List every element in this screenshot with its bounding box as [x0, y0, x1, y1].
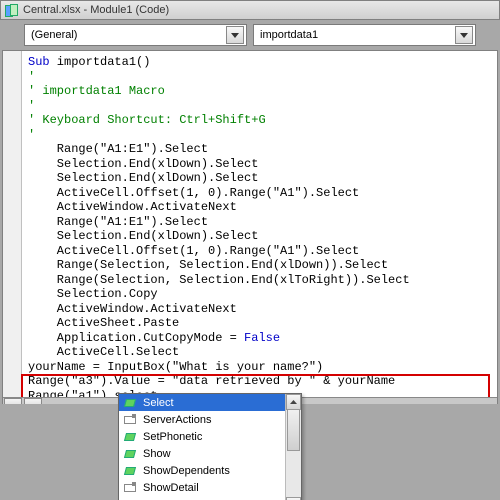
method-icon	[123, 397, 137, 409]
intellisense-item-label: Show	[143, 448, 171, 460]
property-icon	[123, 414, 137, 426]
intellisense-item-label: SetPhonetic	[143, 431, 202, 443]
object-dropdown[interactable]: (General)	[24, 24, 247, 46]
intellisense-item[interactable]: SetPhonetic	[119, 428, 301, 445]
object-dropdown-value: (General)	[31, 29, 77, 41]
intellisense-item[interactable]: ServerActions	[119, 411, 301, 428]
chevron-down-icon[interactable]	[226, 26, 244, 44]
method-icon	[123, 465, 137, 477]
code-panel: Sub importdata1() ' ' importdata1 Macro …	[2, 50, 498, 432]
procedure-dropdown-value: importdata1	[260, 29, 318, 41]
method-icon	[123, 448, 137, 460]
intellisense-item-label: Select	[143, 397, 174, 409]
code-editor[interactable]: Sub importdata1() ' ' importdata1 Macro …	[22, 51, 497, 431]
intellisense-item[interactable]: ShowDependents	[119, 462, 301, 479]
popup-scrollbar[interactable]	[285, 394, 301, 500]
scroll-up-icon[interactable]	[286, 394, 301, 410]
code-margin[interactable]	[3, 51, 22, 431]
property-icon	[123, 482, 137, 494]
intellisense-item-label: ShowDependents	[143, 465, 230, 477]
intellisense-item[interactable]: ShowErrors	[119, 496, 301, 500]
chevron-down-icon[interactable]	[455, 26, 473, 44]
intellisense-item[interactable]: Show	[119, 445, 301, 462]
intellisense-item[interactable]: Select	[119, 394, 301, 411]
intellisense-item-label: ShowDetail	[143, 482, 199, 494]
window-title: Central.xlsx - Module1 (Code)	[23, 4, 169, 16]
vba-editor-window: Central.xlsx - Module1 (Code) (General) …	[0, 0, 500, 500]
intellisense-popup[interactable]: Select ServerActions SetPhonetic Show ShowDe…	[118, 393, 302, 500]
intellisense-item[interactable]: ShowDetail	[119, 479, 301, 496]
method-icon	[123, 431, 137, 443]
procedure-selectors: (General) importdata1	[0, 20, 500, 50]
module-icon	[5, 4, 19, 16]
procedure-dropdown[interactable]: importdata1	[253, 24, 476, 46]
scroll-thumb[interactable]	[287, 409, 300, 451]
code-window-titlebar[interactable]: Central.xlsx - Module1 (Code)	[0, 0, 500, 20]
intellisense-item-label: ServerActions	[143, 414, 211, 426]
